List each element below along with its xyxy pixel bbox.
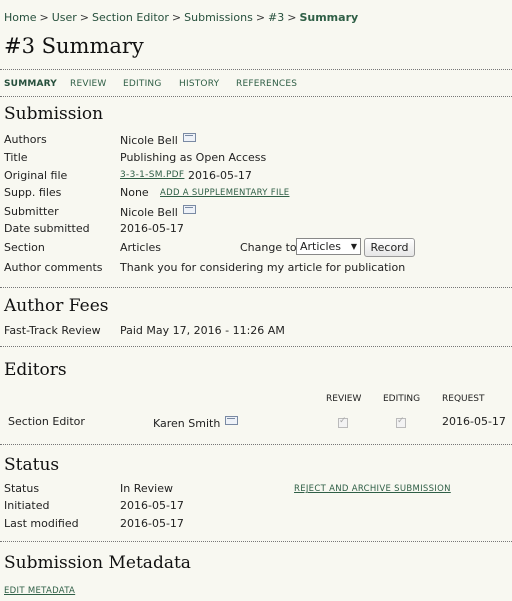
original-file-date: 2016-05-17 bbox=[188, 169, 252, 182]
breadcrumb-separator: > bbox=[39, 11, 49, 24]
status-label: Status bbox=[4, 482, 40, 495]
breadcrumb-submission-number[interactable]: #3 bbox=[268, 11, 284, 24]
date-submitted-label: Date submitted bbox=[4, 222, 90, 235]
supp-files-value: None bbox=[120, 186, 149, 199]
col-header-editing: EDITING bbox=[383, 394, 421, 404]
status-heading: Status bbox=[4, 455, 60, 475]
title-value: Publishing as Open Access bbox=[120, 151, 267, 164]
supp-files-label: Supp. files bbox=[4, 186, 62, 199]
tab-editing[interactable]: Editing bbox=[123, 79, 162, 89]
col-header-review: REVIEW bbox=[326, 394, 362, 404]
section-select[interactable]: Articles ▼ bbox=[296, 238, 361, 255]
author-name: Nicole Bell bbox=[120, 134, 178, 147]
section-label: Section bbox=[4, 241, 45, 254]
section-value: Articles bbox=[120, 241, 162, 254]
breadcrumb-current: Summary bbox=[299, 11, 359, 24]
page: Home > User > Section Editor > Submissions > #3 >… bbox=[0, 0, 512, 601]
breadcrumb: Home > User > Section Editor > Submissions > #3 >… bbox=[4, 11, 358, 24]
record-button[interactable]: Record bbox=[364, 238, 415, 257]
breadcrumb-separator: > bbox=[79, 11, 89, 24]
tab-references[interactable]: References bbox=[236, 79, 297, 89]
date-submitted-value: 2016-05-17 bbox=[120, 222, 184, 235]
status-value: In Review bbox=[120, 482, 173, 495]
change-to-label: Change to bbox=[240, 241, 297, 254]
fast-track-value: Paid May 17, 2016 - 11:26 AM bbox=[120, 324, 285, 337]
divider bbox=[0, 69, 512, 70]
original-file-link[interactable]: 3-3-1-SM.PDF bbox=[120, 170, 184, 180]
page-title: #3 Summary bbox=[4, 34, 144, 58]
envelope-icon[interactable] bbox=[225, 416, 239, 425]
tab-review[interactable]: Review bbox=[70, 79, 107, 89]
authors-value: Nicole Bell bbox=[120, 133, 196, 147]
tab-summary[interactable]: Summary bbox=[4, 79, 57, 89]
submitter-name: Nicole Bell bbox=[120, 206, 178, 219]
authors-label: Authors bbox=[4, 133, 47, 146]
editing-checkbox bbox=[396, 416, 406, 428]
envelope-icon[interactable] bbox=[182, 205, 196, 214]
submitter-label: Submitter bbox=[4, 205, 59, 218]
breadcrumb-separator: > bbox=[287, 11, 297, 24]
submission-heading: Submission bbox=[4, 104, 104, 124]
edit-metadata-link[interactable]: EDIT METADATA bbox=[4, 586, 75, 596]
triangle-down-icon: ▼ bbox=[350, 242, 357, 251]
author-comments-value: Thank you for considering my article for… bbox=[120, 261, 406, 274]
initiated-value: 2016-05-17 bbox=[120, 499, 184, 512]
title-label: Title bbox=[4, 151, 28, 164]
editor-name: Karen Smith bbox=[153, 417, 221, 430]
breadcrumb-section-editor[interactable]: Section Editor bbox=[92, 11, 169, 24]
review-checkbox bbox=[338, 416, 348, 428]
author-fees-heading: Author Fees bbox=[4, 296, 109, 316]
original-file-label: Original file bbox=[4, 169, 68, 182]
last-modified-value: 2016-05-17 bbox=[120, 517, 184, 530]
tab-history[interactable]: History bbox=[179, 79, 219, 89]
editor-name-cell: Karen Smith bbox=[153, 416, 239, 430]
initiated-label: Initiated bbox=[4, 499, 50, 512]
fast-track-label: Fast-Track Review bbox=[4, 324, 101, 337]
last-modified-label: Last modified bbox=[4, 517, 79, 530]
col-header-request: REQUEST bbox=[442, 394, 485, 404]
editor-role: Section Editor bbox=[8, 415, 85, 428]
breadcrumb-separator: > bbox=[171, 11, 182, 24]
divider bbox=[0, 541, 512, 542]
author-comments-label: Author comments bbox=[4, 261, 103, 274]
envelope-icon[interactable] bbox=[182, 133, 196, 142]
reject-archive-link[interactable]: REJECT AND ARCHIVE SUBMISSION bbox=[294, 484, 451, 494]
divider bbox=[0, 96, 512, 97]
submitter-value: Nicole Bell bbox=[120, 205, 196, 219]
add-supplementary-file-link[interactable]: ADD A SUPPLEMENTARY FILE bbox=[160, 188, 289, 198]
breadcrumb-submissions[interactable]: Submissions bbox=[184, 11, 253, 24]
divider bbox=[0, 346, 512, 347]
section-select-value: Articles bbox=[300, 240, 342, 253]
breadcrumb-user[interactable]: User bbox=[52, 11, 77, 24]
divider bbox=[0, 287, 512, 288]
breadcrumb-home[interactable]: Home bbox=[4, 11, 36, 24]
editors-heading: Editors bbox=[4, 360, 67, 380]
breadcrumb-separator: > bbox=[255, 11, 266, 24]
metadata-heading: Submission Metadata bbox=[4, 553, 191, 573]
divider bbox=[0, 444, 512, 445]
editor-request-date: 2016-05-17 bbox=[442, 415, 506, 428]
